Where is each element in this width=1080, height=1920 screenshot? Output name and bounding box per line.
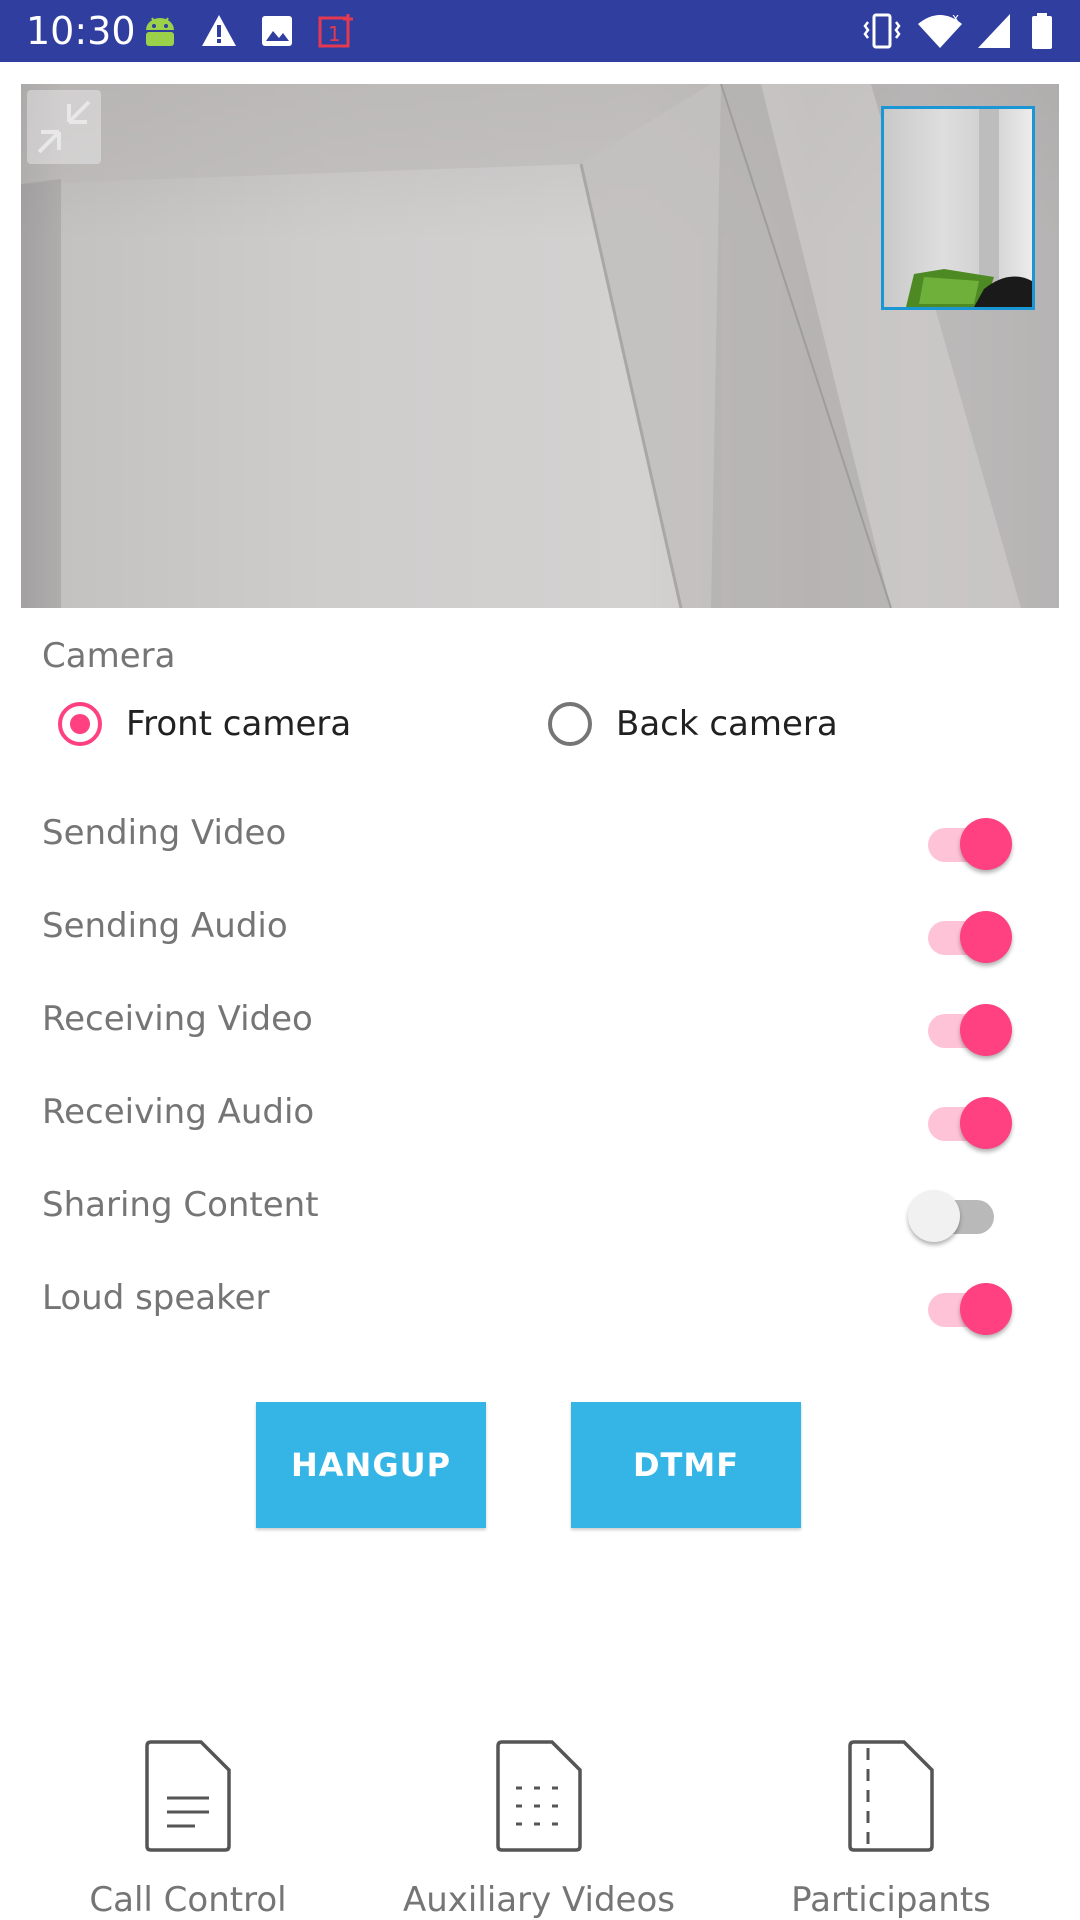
switch-thumb: [960, 1097, 1012, 1149]
svg-text:1: 1: [328, 22, 341, 46]
receiving-video-switch[interactable]: [916, 998, 1012, 1058]
receiving-video-row: Receiving Video: [0, 994, 1080, 1064]
radio-checked-icon: [58, 702, 102, 746]
local-video-preview[interactable]: [881, 106, 1035, 310]
status-time: 10:30: [26, 9, 136, 53]
radio-unchecked-icon: [548, 702, 592, 746]
sharing-content-label: Sharing Content: [42, 1185, 319, 1225]
signal-icon: [978, 14, 1010, 48]
vibrate-icon: [863, 13, 901, 49]
loud-speaker-label: Loud speaker: [42, 1278, 270, 1318]
svg-text:x: x: [952, 12, 959, 25]
document-grid-icon: [496, 1740, 582, 1852]
tab-participants-label: Participants: [791, 1880, 991, 1920]
oneplus-icon: 1: [318, 14, 353, 48]
document-lines-icon: [145, 1740, 231, 1852]
receiving-audio-label: Receiving Audio: [42, 1092, 315, 1132]
sending-video-label: Sending Video: [42, 813, 287, 853]
hangup-button[interactable]: HANGUP: [256, 1402, 486, 1528]
image-icon: [262, 16, 292, 46]
tab-auxiliary-videos-label: Auxiliary Videos: [403, 1880, 675, 1920]
switch-thumb: [960, 1004, 1012, 1056]
sending-audio-switch[interactable]: [916, 905, 1012, 965]
back-camera-radio[interactable]: Back camera: [548, 694, 838, 754]
loud-speaker-row: Loud speaker: [0, 1273, 1080, 1343]
wifi-icon: x: [918, 12, 962, 48]
sending-audio-label: Sending Audio: [42, 906, 288, 946]
receiving-audio-switch[interactable]: [916, 1091, 1012, 1151]
receiving-audio-row: Receiving Audio: [0, 1087, 1080, 1157]
tab-auxiliary-videos[interactable]: Auxiliary Videos: [389, 1738, 689, 1920]
tab-participants[interactable]: Participants: [741, 1738, 1041, 1920]
dtmf-button[interactable]: DTMF: [571, 1402, 801, 1528]
tab-call-control-label: Call Control: [89, 1880, 287, 1920]
switch-thumb: [960, 1283, 1012, 1335]
android-icon: [146, 17, 174, 46]
local-video-frame: [906, 109, 1032, 307]
back-camera-label: Back camera: [616, 704, 838, 744]
switch-thumb: [960, 818, 1012, 870]
sharing-content-switch[interactable]: [908, 1184, 1002, 1244]
warning-icon: [202, 15, 236, 46]
sharing-content-row: Sharing Content: [0, 1180, 1080, 1250]
sending-video-row: Sending Video: [0, 808, 1080, 878]
front-camera-label: Front camera: [126, 704, 352, 744]
sending-audio-row: Sending Audio: [0, 901, 1080, 971]
collapse-icon: [37, 100, 91, 154]
status-bar: 10:30 1 x: [0, 0, 1080, 62]
battery-icon: [1032, 13, 1052, 49]
sending-video-switch[interactable]: [916, 812, 1012, 872]
switch-thumb: [960, 911, 1012, 963]
remote-video-view[interactable]: [21, 84, 1059, 608]
camera-section-label: Camera: [42, 636, 176, 676]
tab-call-control[interactable]: Call Control: [38, 1738, 338, 1920]
front-camera-radio[interactable]: Front camera: [58, 694, 351, 754]
receiving-video-label: Receiving Video: [42, 999, 313, 1039]
collapse-button[interactable]: [27, 90, 101, 164]
switch-thumb: [908, 1190, 960, 1242]
document-dashed-icon: [848, 1740, 934, 1852]
loud-speaker-switch[interactable]: [916, 1277, 1012, 1337]
